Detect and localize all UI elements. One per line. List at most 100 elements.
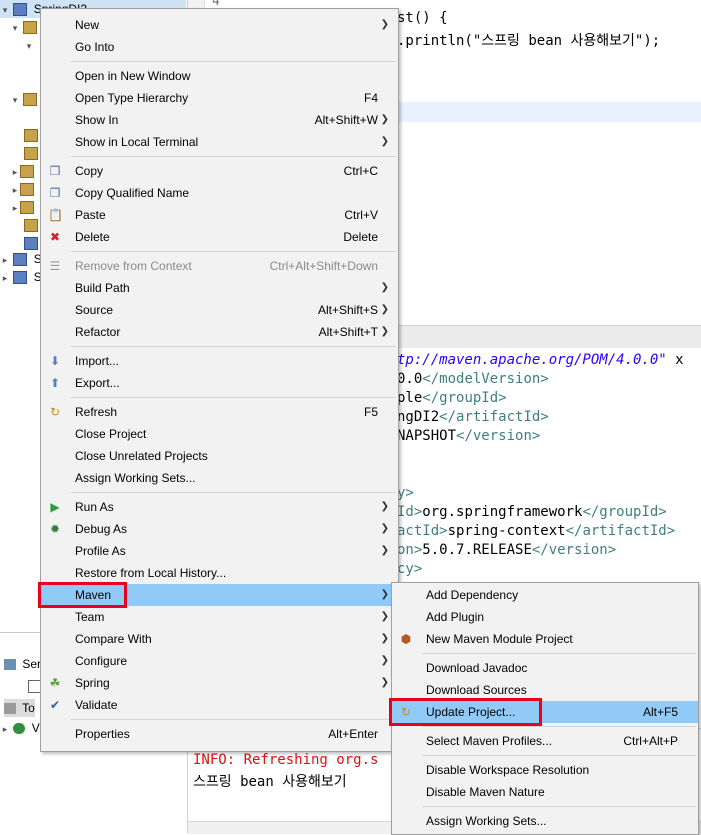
menu-item-disable-workspace-resolution[interactable]: Disable Workspace Resolution bbox=[392, 759, 698, 781]
menu-item-add-dependency[interactable]: Add Dependency bbox=[392, 584, 698, 606]
tree-item[interactable] bbox=[24, 216, 41, 234]
submenu-arrow-icon: ❯ bbox=[380, 523, 389, 534]
tree-item[interactable] bbox=[24, 144, 41, 162]
xml-line: y> bbox=[397, 485, 414, 501]
menu-item-assign-working-sets[interactable]: Assign Working Sets... bbox=[41, 467, 398, 489]
expand-arrow-icon[interactable]: ▸ bbox=[0, 720, 10, 738]
servers-icon bbox=[4, 659, 16, 671]
menu-item-spring[interactable]: ☘ Spring ❯ bbox=[41, 672, 398, 694]
tree-item[interactable]: ▸ bbox=[10, 162, 37, 180]
xml-tag: </version> bbox=[456, 428, 541, 444]
expand-arrow-icon[interactable]: ▸ bbox=[10, 199, 20, 217]
submenu-arrow-icon: ❯ bbox=[380, 589, 389, 600]
menu-item-debug-as[interactable]: ✹ Debug As ❯ bbox=[41, 518, 398, 540]
menu-item-paste[interactable]: 📋 Paste Ctrl+V bbox=[41, 204, 398, 226]
item-label: To bbox=[22, 701, 35, 715]
menu-item-show-in-local-terminal[interactable]: Show in Local Terminal ❯ bbox=[41, 131, 398, 153]
menu-item-label: Refactor bbox=[75, 325, 121, 339]
collapse-arrow-icon[interactable]: ▾ bbox=[24, 37, 34, 55]
menu-item-shortcut: Alt+Shift+W bbox=[314, 113, 378, 127]
menu-item-copy[interactable]: ❐ Copy Ctrl+C bbox=[41, 160, 398, 182]
menu-item-build-path[interactable]: Build Path ❯ bbox=[41, 277, 398, 299]
package-icon bbox=[24, 129, 38, 143]
submenu-arrow-icon: ❯ bbox=[380, 633, 389, 644]
menu-item-profile-as[interactable]: Profile As ❯ bbox=[41, 540, 398, 562]
menu-item-label: Assign Working Sets... bbox=[75, 471, 196, 485]
menu-item-new[interactable]: New ❯ bbox=[41, 14, 398, 36]
tree-item[interactable]: ▾ bbox=[10, 18, 40, 36]
menu-item-label: Delete bbox=[75, 230, 110, 244]
menu-item-compare-with[interactable]: Compare With ❯ bbox=[41, 628, 398, 650]
menu-item-select-maven-profiles[interactable]: Select Maven Profiles... Ctrl+Alt+P bbox=[392, 730, 698, 752]
menu-item-import[interactable]: ⬇ Import... bbox=[41, 350, 398, 372]
menu-item-team[interactable]: Team ❯ bbox=[41, 606, 398, 628]
menu-item-source[interactable]: Source Alt+Shift+S ❯ bbox=[41, 299, 398, 321]
menu-item-open-in-new-window[interactable]: Open in New Window bbox=[41, 65, 398, 87]
menu-item-delete[interactable]: ✖ Delete Delete bbox=[41, 226, 398, 248]
menu-item-label: Run As bbox=[75, 500, 114, 514]
menu-item-label: Remove from Context bbox=[75, 259, 192, 273]
menu-item-label: Close Unrelated Projects bbox=[75, 449, 208, 463]
tree-item[interactable]: ▸ bbox=[10, 198, 37, 216]
menu-item-copy-qualified-name[interactable]: ❐ Copy Qualified Name bbox=[41, 182, 398, 204]
menu-item-refactor[interactable]: Refactor Alt+Shift+T ❯ bbox=[41, 321, 398, 343]
tree-item[interactable]: ▾ bbox=[10, 90, 40, 108]
menu-item-label: Restore from Local History... bbox=[75, 566, 227, 580]
expand-arrow-icon[interactable]: ▸ bbox=[0, 251, 10, 269]
tree-item[interactable]: ▸ bbox=[10, 180, 37, 198]
vm-icon bbox=[13, 723, 26, 735]
xml-line: actId>spring-context</artifactId> bbox=[397, 523, 675, 539]
tree-item[interactable] bbox=[24, 126, 41, 144]
menu-item-close-project[interactable]: Close Project bbox=[41, 423, 398, 445]
xml-line: Id>org.springframework</groupId> bbox=[397, 504, 667, 520]
library-icon bbox=[20, 165, 34, 179]
menu-separator bbox=[422, 806, 696, 807]
menu-separator bbox=[422, 726, 696, 727]
menu-item-configure[interactable]: Configure ❯ bbox=[41, 650, 398, 672]
menu-item-label: Download Javadoc bbox=[426, 661, 528, 675]
menu-item-restore-from-local-history[interactable]: Restore from Local History... bbox=[41, 562, 398, 584]
menu-item-label: Add Plugin bbox=[426, 610, 485, 624]
menu-item-label: Copy Qualified Name bbox=[75, 186, 190, 200]
menu-item-shortcut: F5 bbox=[363, 405, 378, 419]
tree-item-server[interactable]: ▸ VI bbox=[0, 719, 43, 737]
tree-item[interactable]: ▾ bbox=[24, 36, 34, 54]
xml-text: spring-context bbox=[447, 523, 566, 539]
menu-item-close-unrelated-projects[interactable]: Close Unrelated Projects bbox=[41, 445, 398, 467]
menu-item-shortcut: Alt+Shift+S bbox=[317, 303, 378, 317]
copy-icon: ❐ bbox=[49, 164, 61, 178]
menu-item-open-type-hierarchy[interactable]: Open Type Hierarchy F4 bbox=[41, 87, 398, 109]
menu-separator bbox=[71, 719, 396, 720]
xml-tag: </artifactId> bbox=[439, 409, 549, 425]
collapse-arrow-icon[interactable]: ▾ bbox=[10, 91, 20, 109]
code-line: .println("스프링 bean 사용해보기"); bbox=[397, 33, 661, 49]
menu-item-run-as[interactable]: ▶ Run As ❯ bbox=[41, 496, 398, 518]
xml-text: org.springframework bbox=[422, 504, 583, 520]
menu-item-go-into[interactable]: Go Into bbox=[41, 36, 398, 58]
debug-icon: ✹ bbox=[49, 522, 61, 536]
xml-line: NAPSHOT</version> bbox=[397, 428, 540, 444]
menu-item-properties[interactable]: Properties Alt+Enter bbox=[41, 723, 398, 745]
menu-item-show-in[interactable]: Show In Alt+Shift+W ❯ bbox=[41, 109, 398, 131]
menu-item-label: Properties bbox=[75, 727, 130, 741]
menu-item-shortcut: F4 bbox=[363, 91, 378, 105]
menu-item-download-javadoc[interactable]: Download Javadoc bbox=[392, 657, 698, 679]
tree-item-server[interactable]: To bbox=[4, 699, 35, 717]
xml-tag: </groupId> bbox=[422, 390, 507, 406]
collapse-arrow-icon[interactable]: ▾ bbox=[0, 1, 10, 19]
expand-arrow-icon[interactable]: ▸ bbox=[10, 181, 20, 199]
expand-arrow-icon[interactable]: ▸ bbox=[10, 163, 20, 181]
menu-item-validate[interactable]: ✔ Validate bbox=[41, 694, 398, 716]
menu-item-refresh[interactable]: ↻ Refresh F5 bbox=[41, 401, 398, 423]
menu-item-assign-working-sets[interactable]: Assign Working Sets... bbox=[392, 810, 698, 832]
submenu-arrow-icon: ❯ bbox=[380, 19, 389, 30]
xml-text: tp://maven.apache.org/POM/4.0.0" bbox=[397, 352, 667, 368]
menu-item-label: Disable Workspace Resolution bbox=[426, 763, 590, 777]
menu-item-new-maven-module-project[interactable]: ⬢ New Maven Module Project bbox=[392, 628, 698, 650]
collapse-arrow-icon[interactable]: ▾ bbox=[10, 19, 20, 37]
menu-item-export[interactable]: ⬆ Export... bbox=[41, 372, 398, 394]
menu-item-shortcut: Alt+F5 bbox=[642, 705, 678, 719]
menu-item-disable-maven-nature[interactable]: Disable Maven Nature bbox=[392, 781, 698, 803]
expand-arrow-icon[interactable]: ▸ bbox=[0, 269, 10, 287]
menu-item-add-plugin[interactable]: Add Plugin bbox=[392, 606, 698, 628]
